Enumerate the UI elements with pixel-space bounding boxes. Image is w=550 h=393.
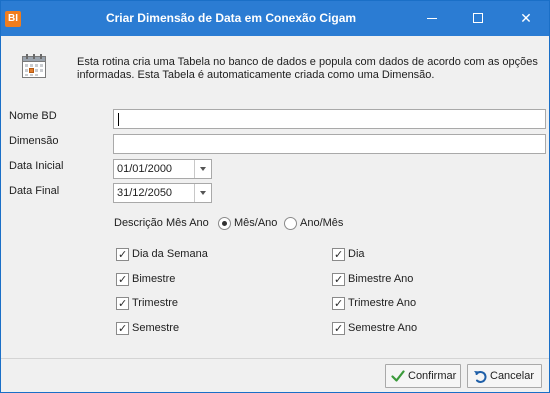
data-inicial-value: 01/01/2000 — [117, 163, 173, 175]
undo-icon — [474, 370, 487, 383]
data-final-picker[interactable]: 31/12/2050 — [113, 183, 212, 203]
radio-mes-ano-label: Mês/Ano — [234, 217, 278, 229]
checkbox-box: ✓ — [332, 248, 345, 261]
checkbox-box: ✓ — [332, 322, 345, 335]
cancel-button[interactable]: Cancelar — [467, 364, 542, 388]
checkbox-box: ✓ — [116, 273, 129, 286]
calendar-icon — [22, 54, 46, 78]
close-button[interactable]: ✕ — [503, 1, 549, 36]
check-icon: ✓ — [118, 273, 128, 286]
cancel-button-label: Cancelar — [490, 370, 535, 382]
check-icon: ✓ — [334, 248, 344, 261]
check-icon: ✓ — [334, 322, 344, 335]
radio-ano-mes-label: Ano/Mês — [300, 217, 344, 229]
check-icon: ✓ — [118, 248, 128, 261]
checkbox-box: ✓ — [116, 248, 129, 261]
radio-circle — [218, 217, 231, 230]
data-final-value: 31/12/2050 — [117, 187, 173, 199]
check-icon: ✓ — [118, 297, 128, 310]
data-final-dropdown-button[interactable] — [194, 184, 211, 202]
chevron-down-icon — [200, 167, 206, 171]
descricao-mes-ano-label: Descrição Mês Ano — [114, 217, 209, 229]
chevron-down-icon — [200, 191, 206, 195]
checkbox-box: ✓ — [116, 322, 129, 335]
dialog-window: BI Criar Dimensão de Data em Conexão Cig… — [0, 0, 550, 393]
check-icon: ✓ — [334, 273, 344, 286]
dimensao-label: Dimensão — [9, 135, 59, 147]
footer-divider — [1, 358, 549, 359]
nome-bd-label: Nome BD — [9, 110, 57, 122]
minimize-icon — [427, 18, 437, 19]
radio-selected-dot — [222, 221, 227, 226]
data-final-label: Data Final — [9, 185, 60, 197]
checkmark-icon — [391, 370, 405, 382]
radio-circle — [284, 217, 297, 230]
title-bar[interactable]: BI Criar Dimensão de Data em Conexão Cig… — [1, 1, 549, 36]
text-caret — [118, 113, 119, 126]
data-inicial-label: Data Inicial — [9, 160, 64, 172]
nome-bd-input[interactable] — [113, 109, 546, 129]
check-icon: ✓ — [118, 322, 128, 335]
close-icon: ✕ — [520, 10, 532, 26]
dimensao-input[interactable] — [113, 134, 546, 154]
data-inicial-picker[interactable]: 01/01/2000 — [113, 159, 212, 179]
check-icon: ✓ — [334, 297, 344, 310]
confirm-button[interactable]: Confirmar — [385, 364, 461, 388]
checkbox-box: ✓ — [332, 273, 345, 286]
confirm-button-label: Confirmar — [408, 370, 457, 382]
maximize-button[interactable] — [455, 1, 501, 36]
minimize-button[interactable] — [409, 1, 455, 36]
checkbox-box: ✓ — [332, 297, 345, 310]
maximize-icon — [473, 13, 483, 23]
dialog-description: Esta rotina cria uma Tabela no banco de … — [77, 56, 538, 81]
data-inicial-dropdown-button[interactable] — [194, 160, 211, 178]
checkbox-box: ✓ — [116, 297, 129, 310]
window-title: Criar Dimensão de Data em Conexão Cigam — [105, 11, 357, 25]
